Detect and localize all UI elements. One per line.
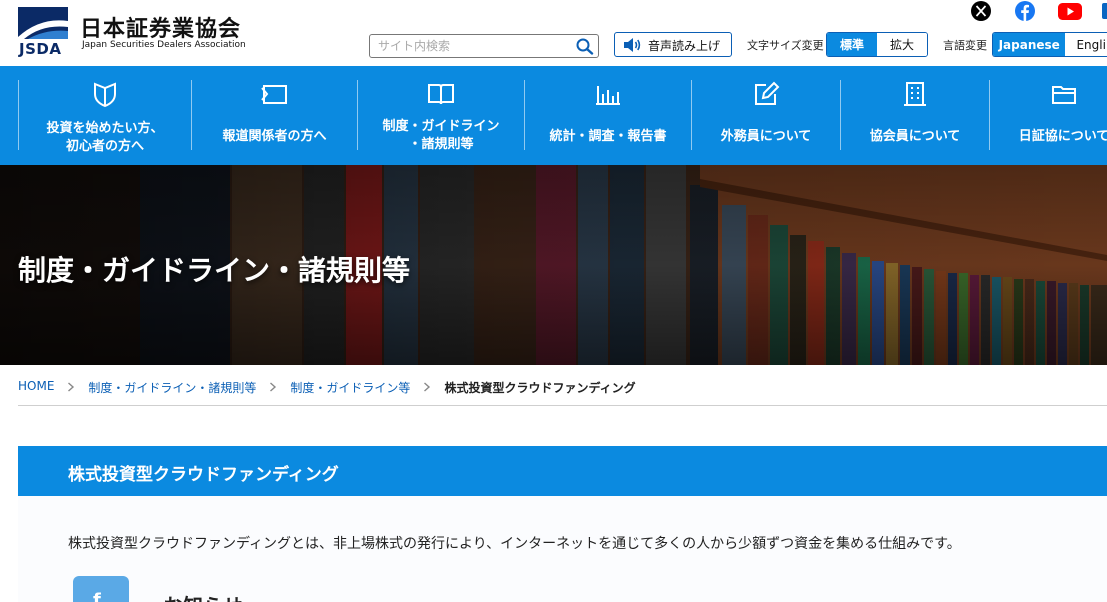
language-english-button[interactable]: Engli — [1065, 33, 1107, 56]
font-size-large-button[interactable]: 拡大 — [877, 33, 927, 56]
hero-banner: 制度・ガイドライン・諸規則等 — [0, 165, 1107, 365]
font-size-switcher: 標準 拡大 — [826, 32, 928, 57]
search-input[interactable] — [370, 35, 570, 57]
folder-icon — [1052, 86, 1076, 104]
press-icon — [261, 85, 287, 104]
search-icon[interactable] — [575, 37, 595, 55]
chevron-right-icon — [270, 382, 277, 392]
facebook-icon[interactable] — [1014, 0, 1036, 22]
font-size-label: 文字サイズ変更 — [747, 39, 824, 52]
logo-japanese-name: 日本証券業協会 — [80, 17, 242, 42]
text-to-speech-button[interactable]: 音声読み上げ — [614, 32, 732, 57]
global-nav: 投資を始めたい方、 初心者の方へ 報道関係者の方へ 制度・ガイドライン ・諸規則… — [0, 66, 1107, 165]
breadcrumb: HOME 制度・ガイドライン・諸規則等 制度・ガイドライン等 株式投資型クラウド… — [18, 376, 1107, 406]
nav-item-label: 統計・調査・報告書 — [549, 129, 667, 144]
nav-item-press[interactable]: 報道関係者の方へ — [192, 66, 357, 165]
logo-abbreviation: JSDA — [19, 40, 62, 58]
nav-item-label: 投資を始めたい方、 初心者の方へ — [46, 121, 164, 154]
info-icon: f — [93, 590, 101, 602]
news-icon-box: f — [73, 576, 129, 602]
bar-chart-icon — [596, 86, 620, 105]
nav-item-rules[interactable]: 制度・ガイドライン ・諸規則等 — [358, 66, 524, 165]
font-size-standard-button[interactable]: 標準 — [827, 33, 877, 56]
language-label: 言語変更 — [943, 39, 987, 52]
text-to-speech-label: 音声読み上げ — [648, 39, 721, 53]
chevron-right-icon — [424, 382, 431, 392]
nav-item-label: 協会員について — [869, 129, 961, 144]
language-japanese-button[interactable]: Japanese — [993, 33, 1066, 56]
logo-english-name: Japan Securities Dealers Association — [82, 40, 246, 50]
speaker-icon — [624, 38, 641, 52]
language-switcher: Japanese Engli — [992, 32, 1107, 57]
building-icon — [904, 82, 926, 106]
nav-item-label: 制度・ガイドライン ・諸規則等 — [382, 119, 500, 152]
nav-item-label: 日証協について — [1018, 129, 1107, 144]
nav-item-statistics[interactable]: 統計・調査・報告書 — [525, 66, 691, 165]
site-header: JSDA 日本証券業協会 Japan Securities Dealers As… — [0, 0, 1107, 66]
nav-item-members[interactable]: 協会員について — [841, 66, 989, 165]
breadcrumb-current: 株式投資型クラウドファンディング — [444, 381, 636, 395]
shield-icon — [94, 82, 116, 108]
breadcrumb-rules-link[interactable]: 制度・ガイドライン・諸規則等 — [88, 376, 256, 396]
nav-item-beginners[interactable]: 投資を始めたい方、 初心者の方へ — [19, 66, 191, 165]
news-section-title: お知らせ — [163, 590, 243, 602]
nav-item-label: 外務員について — [720, 129, 812, 144]
site-logo[interactable]: JSDA 日本証券業協会 Japan Securities Dealers As… — [18, 7, 258, 58]
chevron-right-icon — [68, 382, 75, 392]
section-heading-text: 株式投資型クラウドファンディング — [68, 465, 339, 485]
breadcrumb-guidelines-link[interactable]: 制度・ガイドライン等 — [290, 376, 410, 396]
section-heading: 株式投資型クラウドファンディング — [18, 446, 1107, 496]
nav-item-about[interactable]: 日証協について — [990, 66, 1107, 165]
site-search — [369, 34, 599, 58]
book-icon — [428, 84, 454, 105]
youtube-icon[interactable] — [1058, 0, 1082, 22]
nav-item-sales-reps[interactable]: 外務員について — [692, 66, 840, 165]
breadcrumb-home-link[interactable]: HOME — [18, 376, 54, 393]
intro-text: 株式投資型クラウドファンディングとは、非上場株式の発行により、インターネットを通… — [68, 536, 961, 552]
x-icon[interactable] — [970, 0, 992, 22]
jsda-logo-mark-icon — [18, 7, 68, 39]
social-more-icon[interactable] — [1102, 0, 1107, 22]
page-title: 制度・ガイドライン・諸規則等 — [18, 254, 411, 287]
nav-item-label: 報道関係者の方へ — [222, 129, 327, 144]
edit-icon — [755, 81, 780, 105]
